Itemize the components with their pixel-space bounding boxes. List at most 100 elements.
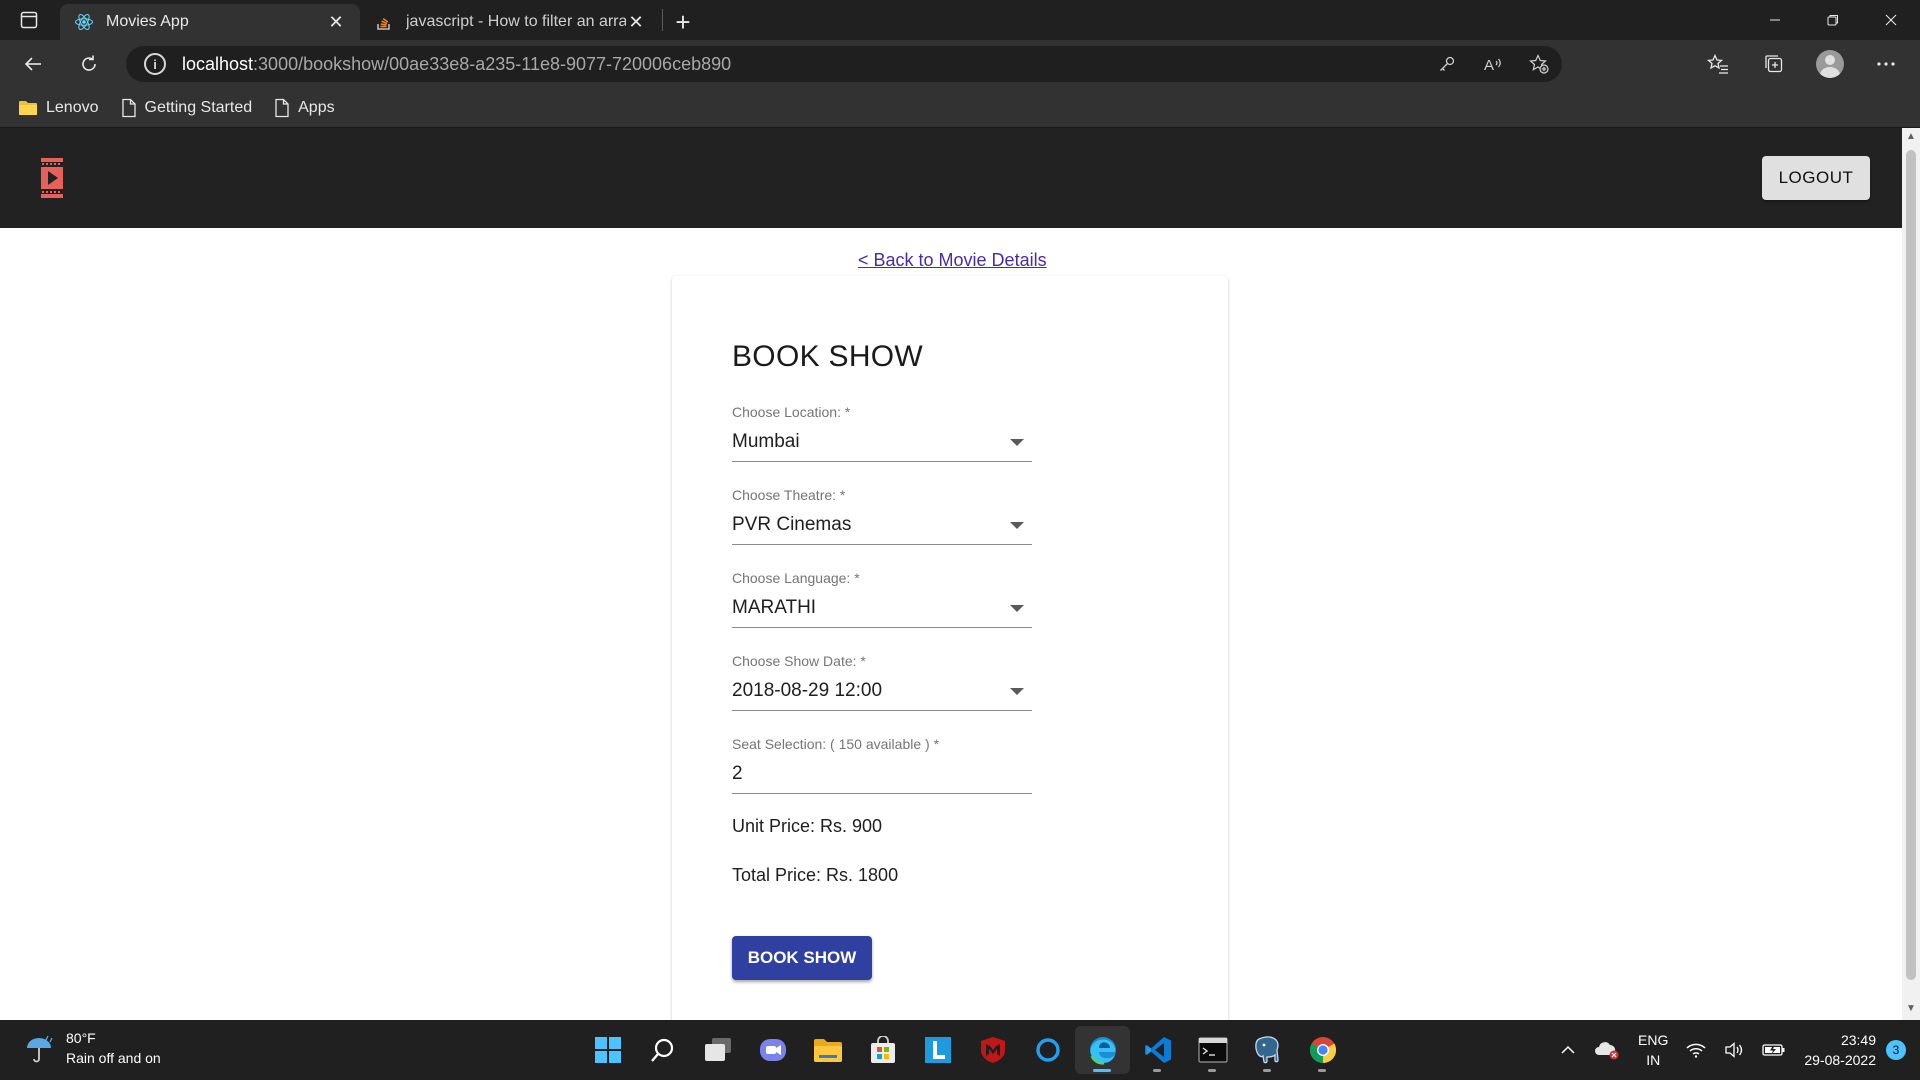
show-date-label: Choose Show Date: * [732, 653, 866, 669]
read-aloud-icon[interactable]: A [1470, 46, 1516, 82]
tab-close-icon[interactable]: ✕ [626, 12, 646, 32]
theatre-dropdown[interactable]: PVR Cinemas [732, 505, 1032, 545]
running-indicator [1318, 1069, 1326, 1072]
edge-icon [1089, 1037, 1116, 1065]
seat-selection-label: Seat Selection: ( 150 available ) * [732, 736, 940, 752]
wifi-icon[interactable] [1686, 1042, 1706, 1058]
clock-date: 29-08-2022 [1804, 1052, 1876, 1068]
film-logo-icon[interactable] [40, 156, 64, 200]
theatre-select[interactable]: Choose Theatre: * PVR Cinemas [732, 487, 1032, 545]
location-select[interactable]: Choose Location: * Mumbai [732, 404, 1032, 462]
chat-icon [759, 1039, 786, 1061]
minimize-button[interactable] [1746, 0, 1804, 40]
task-view-icon [704, 1038, 731, 1061]
info-icon[interactable]: i [144, 53, 166, 75]
pgadmin-button[interactable] [1240, 1026, 1295, 1074]
show-date-select[interactable]: Choose Show Date: * 2018-08-29 12:00 [732, 653, 1032, 711]
language-label: Choose Language: * [732, 570, 860, 586]
tab-stackoverflow[interactable]: javascript - How to filter an array ✕ [360, 4, 660, 40]
profile-avatar[interactable] [1802, 40, 1858, 88]
terminal-icon [1197, 1037, 1228, 1063]
more-menu-icon[interactable] [1858, 40, 1914, 88]
show-date-dropdown[interactable]: 2018-08-29 12:00 [732, 671, 1032, 711]
vscode-button[interactable] [1130, 1026, 1185, 1074]
toolbar-right [1690, 40, 1914, 88]
folder-icon [18, 99, 38, 117]
active-indicator [1093, 1069, 1111, 1072]
language-dropdown[interactable]: MARATHI [732, 588, 1032, 628]
task-view-button[interactable] [690, 1026, 745, 1074]
microsoft-store-button[interactable] [855, 1026, 910, 1074]
scroll-thumb[interactable] [1906, 150, 1916, 980]
clock[interactable]: 23:49 29-08-2022 [1804, 1030, 1876, 1070]
scroll-down-icon[interactable]: ▼ [1906, 1004, 1916, 1014]
page-viewport: LOGOUT < Back to Movie Details BOOK SHOW… [0, 128, 1902, 1020]
bookmark-apps[interactable]: Apps [274, 98, 335, 118]
url-host: localhost [182, 53, 254, 74]
avatar [1816, 50, 1844, 78]
start-button[interactable] [580, 1026, 635, 1074]
show-date-value: 2018-08-29 12:00 [732, 679, 883, 701]
terminal-button[interactable] [1185, 1026, 1240, 1074]
language-value: MARATHI [732, 596, 817, 618]
location-value: Mumbai [732, 430, 800, 452]
add-favorite-icon[interactable] [1516, 46, 1562, 82]
tab-movies-app[interactable]: Movies App ✕ [60, 4, 360, 40]
scroll-up-icon[interactable]: ▲ [1906, 132, 1916, 142]
tab-actions-icon [20, 11, 38, 29]
folder-icon [813, 1039, 842, 1062]
store-icon [870, 1036, 895, 1063]
location-dropdown[interactable]: Mumbai [732, 422, 1032, 462]
page-title: BOOK SHOW [732, 340, 924, 373]
lenovo-vantage-button[interactable] [910, 1026, 965, 1074]
onedrive-error-icon[interactable] [1594, 1040, 1620, 1060]
minimize-icon [1770, 19, 1780, 21]
url-input[interactable]: i localhost:3000/bookshow/00ae33e8-a235-… [126, 46, 1562, 82]
tab-actions-button[interactable] [0, 0, 58, 40]
teams-chat-button[interactable] [745, 1026, 800, 1074]
edge-browser-button[interactable] [1075, 1026, 1130, 1074]
clock-time: 23:49 [1840, 1032, 1876, 1048]
bookmarks-bar: Lenovo Getting Started Apps [0, 88, 1920, 128]
running-indicator [1263, 1069, 1271, 1072]
restore-button[interactable] [1804, 0, 1862, 40]
key-icon[interactable] [1424, 46, 1470, 82]
location-label: Choose Location: * [732, 404, 851, 420]
mcafee-button[interactable] [965, 1026, 1020, 1074]
vscode-icon [1144, 1037, 1171, 1063]
book-show-button[interactable]: BOOK SHOW [732, 936, 872, 980]
back-button[interactable] [10, 44, 56, 84]
react-icon [74, 12, 94, 32]
total-price: Total Price: Rs. 1800 [732, 865, 899, 885]
input-language-indicator[interactable]: ENG IN [1638, 1030, 1668, 1070]
svg-text:A: A [1484, 57, 1494, 73]
seat-selection-input[interactable]: 2 [732, 754, 1032, 794]
new-tab-button[interactable]: + [663, 4, 703, 40]
language-select[interactable]: Choose Language: * MARATHI [732, 570, 1032, 628]
bookmark-lenovo[interactable]: Lenovo [18, 99, 99, 117]
weather-widget[interactable]: 80°F Rain off and on [22, 1028, 161, 1068]
stackoverflow-icon [374, 12, 394, 32]
page-scrollbar[interactable]: ▲ ▼ [1902, 128, 1920, 1020]
volume-icon[interactable] [1724, 1042, 1744, 1058]
collections-icon[interactable] [1746, 40, 1802, 88]
refresh-button[interactable] [66, 44, 112, 84]
unit-price: Unit Price: Rs. 900 [732, 816, 883, 836]
tab-close-icon[interactable]: ✕ [326, 12, 346, 32]
show-hidden-icons-chevron[interactable] [1560, 1045, 1576, 1055]
notification-badge[interactable]: 3 [1886, 1040, 1906, 1060]
favorites-icon[interactable] [1690, 40, 1746, 88]
search-button[interactable] [635, 1026, 690, 1074]
battery-charging-icon[interactable] [1762, 1043, 1786, 1057]
file-explorer-button[interactable] [800, 1026, 855, 1074]
chrome-button[interactable] [1295, 1026, 1350, 1074]
lenovo-l-icon [924, 1037, 951, 1063]
bookmark-label: Apps [298, 98, 335, 116]
back-to-movie-details-link[interactable]: < Back to Movie Details [858, 250, 1047, 271]
cortana-button[interactable] [1020, 1026, 1075, 1074]
logout-button[interactable]: LOGOUT [1762, 156, 1870, 200]
close-window-button[interactable] [1862, 0, 1920, 40]
bookmark-getting-started[interactable]: Getting Started [121, 98, 252, 118]
seat-selection-field[interactable]: Seat Selection: ( 150 available ) * 2 [732, 736, 1032, 794]
address-bar-row: i localhost:3000/bookshow/00ae33e8-a235-… [0, 40, 1920, 88]
